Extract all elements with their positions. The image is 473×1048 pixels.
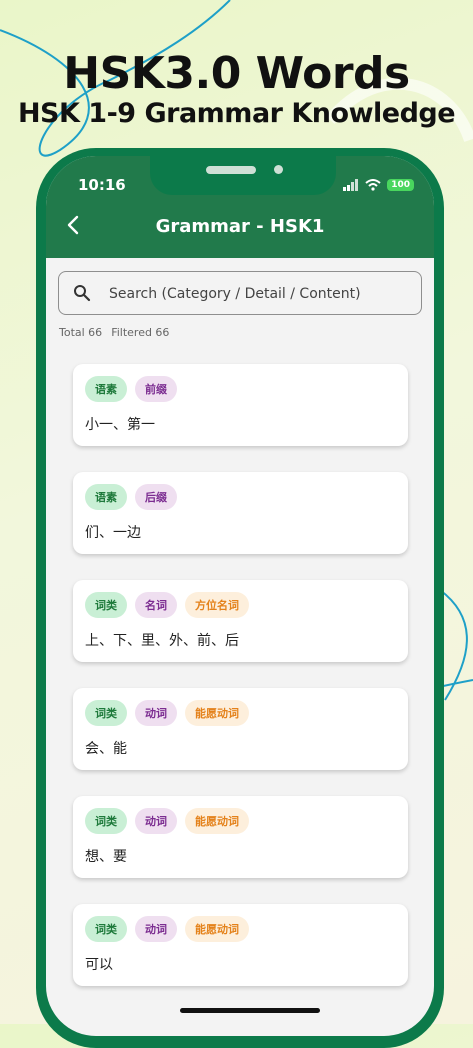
detail-tag: 动词 bbox=[135, 808, 177, 834]
grammar-card[interactable]: 词类 动词 能愿动词 会、能 bbox=[73, 688, 408, 770]
subdetail-tag: 能愿动词 bbox=[185, 916, 249, 942]
card-content: 想、要 bbox=[85, 849, 127, 865]
category-tag: 词类 bbox=[85, 808, 127, 834]
category-tag: 词类 bbox=[85, 700, 127, 726]
grammar-card[interactable]: 词类 动词 能愿动词 可以 bbox=[73, 904, 408, 986]
card-tags: 词类 动词 能愿动词 bbox=[85, 808, 396, 834]
detail-tag: 动词 bbox=[135, 916, 177, 942]
total-count: Total 66 bbox=[59, 326, 103, 339]
camera-dot bbox=[274, 165, 283, 174]
home-indicator[interactable] bbox=[180, 1008, 320, 1013]
signal-icon bbox=[343, 176, 359, 195]
filtered-count: Filtered 66 bbox=[111, 326, 170, 339]
category-tag: 语素 bbox=[85, 376, 127, 402]
card-content: 上、下、里、外、前、后 bbox=[85, 633, 239, 649]
card-tags: 词类 动词 能愿动词 bbox=[85, 700, 396, 726]
category-tag: 语素 bbox=[85, 484, 127, 510]
grammar-card[interactable]: 词类 动词 能愿动词 想、要 bbox=[73, 796, 408, 878]
promo-title: HSK3.0 Words bbox=[63, 48, 410, 99]
phone-frame: 10:16 100 Grammar - HSK1 Search (Categor… bbox=[36, 148, 444, 1048]
detail-tag: 动词 bbox=[135, 700, 177, 726]
card-content: 们、一边 bbox=[85, 525, 141, 541]
status-icons: 100 bbox=[343, 177, 414, 193]
grammar-card[interactable]: 语素 前缀 小一、第一 bbox=[73, 364, 408, 446]
page-title: Grammar - HSK1 bbox=[155, 216, 325, 237]
category-tag: 词类 bbox=[85, 592, 127, 618]
phone-notch bbox=[150, 156, 336, 195]
wifi-icon bbox=[365, 176, 381, 195]
category-tag: 词类 bbox=[85, 916, 127, 942]
result-counts: Total 66 Filtered 66 bbox=[59, 326, 169, 339]
promo-subtitle: HSK 1-9 Grammar Knowledge bbox=[17, 98, 456, 129]
subdetail-tag: 能愿动词 bbox=[185, 700, 249, 726]
status-time: 10:16 bbox=[78, 176, 126, 194]
card-tags: 词类 名词 方位名词 bbox=[85, 592, 396, 618]
subdetail-tag: 方位名词 bbox=[185, 592, 249, 618]
card-tags: 语素 前缀 bbox=[85, 376, 396, 402]
search-box[interactable] bbox=[58, 271, 422, 315]
subdetail-tag: 能愿动词 bbox=[185, 808, 249, 834]
detail-tag: 名词 bbox=[135, 592, 177, 618]
detail-tag: 前缀 bbox=[135, 376, 177, 402]
search-icon bbox=[73, 284, 91, 306]
speaker-grille bbox=[206, 166, 256, 174]
app-bar: 10:16 100 Grammar - HSK1 bbox=[46, 156, 434, 258]
card-content: 小一、第一 bbox=[85, 417, 155, 433]
grammar-card[interactable]: 词类 名词 方位名词 上、下、里、外、前、后 bbox=[73, 580, 408, 662]
app-screen: 10:16 100 Grammar - HSK1 Search (Categor… bbox=[46, 156, 434, 1036]
card-content: 可以 bbox=[85, 957, 113, 973]
grammar-card[interactable]: 语素 后缀 们、一边 bbox=[73, 472, 408, 554]
detail-tag: 后缀 bbox=[135, 484, 177, 510]
card-content: 会、能 bbox=[85, 741, 127, 757]
card-tags: 语素 后缀 bbox=[85, 484, 396, 510]
search-input[interactable] bbox=[107, 280, 411, 308]
battery-indicator: 100 bbox=[387, 179, 414, 191]
card-tags: 词类 动词 能愿动词 bbox=[85, 916, 396, 942]
